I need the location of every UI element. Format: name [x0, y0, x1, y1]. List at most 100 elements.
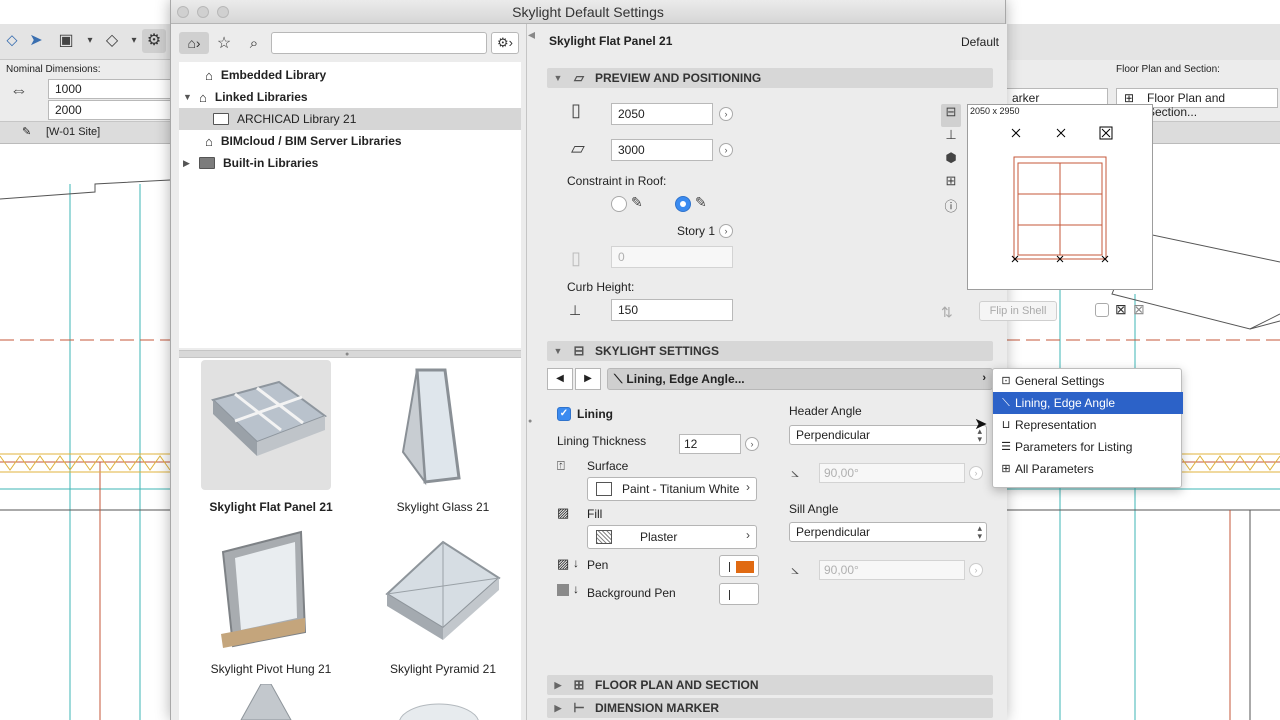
library-items-grid: Skylight Flat Panel 21 Skylight Glass 21: [179, 358, 521, 720]
page-select-button[interactable]: ⟍ Lining, Edge Angle... ›: [607, 368, 993, 390]
menu-item-parameters-listing[interactable]: ☰ Parameters for Listing: [993, 436, 1183, 458]
fill-label: Fill: [587, 507, 603, 521]
info-icon[interactable]: ⓘ: [941, 196, 961, 219]
splitter-handle-icon[interactable]: ●: [528, 418, 532, 425]
surface-icon: ⍐: [557, 458, 565, 473]
surface-value: Paint - Titanium White: [622, 482, 740, 496]
3d-view-icon[interactable]: ⬢: [941, 150, 961, 173]
pane-splitter[interactable]: ●: [179, 350, 521, 358]
tree-item-embedded-library[interactable]: ⌂ Embedded Library: [179, 64, 521, 86]
library-item-caption: Skylight Pyramid 21: [389, 662, 497, 676]
background-pen-label: Background Pen: [587, 586, 676, 600]
plan-view-icon[interactable]: ⊟: [941, 104, 961, 127]
arrow-tool-icon[interactable]: ➤: [24, 29, 48, 53]
sill-angle-select[interactable]: Perpendicular ▴ ▾: [789, 522, 987, 542]
elevation-view-icon[interactable]: ⊞: [941, 173, 961, 196]
tree-item-label: ARCHICAD Library 21: [237, 112, 357, 126]
constraint-radio-perpendicular[interactable]: [675, 196, 691, 212]
menu-item-lining-edge-angle[interactable]: ⟍ Lining, Edge Angle: [993, 392, 1183, 414]
constraint-plumb-icon: ✎: [631, 194, 643, 210]
pen-hatch-icon: ▨: [557, 556, 570, 571]
section-skylight-settings[interactable]: ▼ ⊟ SKYLIGHT SETTINGS: [547, 341, 993, 361]
library-item[interactable]: Skylight Glass 21: [363, 360, 503, 520]
pencil-icon: ✎: [22, 126, 32, 138]
background-pen-button[interactable]: [719, 583, 759, 605]
menu-item-representation[interactable]: ⊔ Representation: [993, 414, 1183, 436]
header-angle-select[interactable]: Perpendicular ▴ ▾: [789, 425, 987, 445]
section-title: PREVIEW AND POSITIONING: [595, 71, 762, 85]
flip-in-shell-button[interactable]: Flip in Shell: [979, 301, 1057, 321]
tree-item-linked-libraries[interactable]: ▼ ⌂ Linked Libraries: [179, 86, 521, 108]
pointer-tool-icon[interactable]: ◇: [100, 29, 124, 53]
menu-item-general-settings[interactable]: ⊡ General Settings: [993, 370, 1183, 392]
tab-site[interactable]: [W-01 Site]: [46, 126, 100, 138]
skylight-tool-icon[interactable]: ⚙: [142, 29, 166, 53]
section-dimension-marker[interactable]: ▶ ⊢ DIMENSION MARKER: [547, 698, 993, 718]
library-item[interactable]: Skylight Pivot Hung 21: [191, 522, 331, 682]
minimize-window-button[interactable]: [197, 6, 209, 18]
floor-plan-section-label: Floor Plan and Section:: [1116, 64, 1220, 75]
skylight-thumbnail-partial: [201, 684, 331, 720]
surface-select[interactable]: Paint - Titanium White ›: [587, 477, 757, 501]
story-select-button[interactable]: ›: [719, 224, 733, 238]
bimcloud-icon: ⌂: [205, 133, 213, 149]
nominal-width-field[interactable]: 1000: [48, 79, 172, 99]
marquee-tool-icon[interactable]: ▣: [54, 29, 78, 53]
tool-icon[interactable]: ⬦: [0, 29, 24, 53]
section-preview-positioning[interactable]: ▼ ▱ PREVIEW AND POSITIONING: [547, 68, 993, 88]
tree-item-archicad-library[interactable]: ARCHICAD Library 21: [179, 108, 521, 130]
lining-thickness-button[interactable]: ›: [745, 437, 759, 451]
height-link-button[interactable]: ›: [719, 107, 733, 121]
library-browser: ⌂› ☆ ⌕ ⚙› ⌂ Embedded Library ▼ ⌂ Linked: [171, 24, 527, 720]
floor-plan-section-icon: ⊞: [573, 677, 585, 692]
curb-height-input[interactable]: 150: [611, 299, 733, 321]
close-window-button[interactable]: [177, 6, 189, 18]
tree-item-builtin-libraries[interactable]: ▶ Built-in Libraries: [179, 152, 521, 174]
mirror-checkbox[interactable]: [1095, 303, 1109, 317]
lining-checkbox[interactable]: ✓: [557, 407, 571, 421]
star-icon: ☆: [216, 35, 232, 52]
fill-value: Plaster: [640, 530, 678, 544]
lining-thickness-input[interactable]: 12: [679, 434, 741, 454]
folder-view-button[interactable]: ⌂›: [179, 32, 209, 54]
library-item[interactable]: [191, 684, 331, 720]
width-input[interactable]: 3000: [611, 139, 713, 161]
flip-y-icon[interactable]: ⊠: [1133, 301, 1145, 318]
preview-size-label: 2050 x 2950: [970, 106, 1020, 116]
tree-item-bimcloud[interactable]: ⌂ BIMcloud / BIM Server Libraries: [179, 130, 521, 152]
chevron-right-icon: ▶: [554, 702, 562, 713]
nominal-dimensions-label: Nominal Dimensions:: [6, 64, 101, 75]
height-input[interactable]: 2050: [611, 103, 713, 125]
page-navigator: ◀ ▶ ⟍ Lining, Edge Angle... ›: [547, 368, 993, 390]
sill-angle-icon: ⦣: [791, 561, 800, 577]
section-view-icon[interactable]: ⊥: [941, 127, 961, 150]
preview-drawing: [1011, 126, 1113, 263]
skylight-flat-panel-thumbnail: [201, 360, 331, 490]
next-page-button[interactable]: ▶: [575, 368, 601, 390]
pen-color-button[interactable]: [719, 555, 759, 577]
previous-page-button[interactable]: ◀: [547, 368, 573, 390]
dialog-titlebar: Skylight Default Settings: [171, 0, 1005, 24]
library-options-button[interactable]: ⚙›: [491, 32, 519, 54]
folder-view-icon: ⌂›: [187, 35, 201, 51]
chevron-down-icon: ▼: [553, 346, 563, 356]
library-item[interactable]: Skylight Pyramid 21: [363, 522, 503, 682]
chevron-down-icon[interactable]: ▼: [183, 92, 193, 102]
menu-item-all-parameters[interactable]: ⊞ All Parameters: [993, 458, 1183, 480]
constraint-radio-plumb[interactable]: [611, 196, 627, 212]
favorites-button[interactable]: ☆: [213, 32, 235, 54]
library-search-input[interactable]: [271, 32, 487, 54]
section-floor-plan[interactable]: ▶ ⊞ FLOOR PLAN AND SECTION: [547, 675, 993, 695]
library-item[interactable]: Skylight Flat Panel 21: [191, 360, 333, 520]
header-angle-label: Header Angle: [789, 404, 862, 418]
width-link-button[interactable]: ›: [719, 143, 733, 157]
flip-x-icon[interactable]: ⊠: [1115, 301, 1127, 318]
search-button[interactable]: ⌕: [243, 32, 265, 54]
library-item[interactable]: [363, 684, 503, 720]
nominal-height-field[interactable]: 2000: [48, 100, 172, 120]
lining-icon: ⟍: [614, 371, 623, 386]
chevron-down-icon[interactable]: ▾: [78, 29, 102, 53]
chevron-right-icon[interactable]: ▶: [183, 158, 193, 169]
fill-select[interactable]: Plaster ›: [587, 525, 757, 549]
zoom-window-button[interactable]: [217, 6, 229, 18]
